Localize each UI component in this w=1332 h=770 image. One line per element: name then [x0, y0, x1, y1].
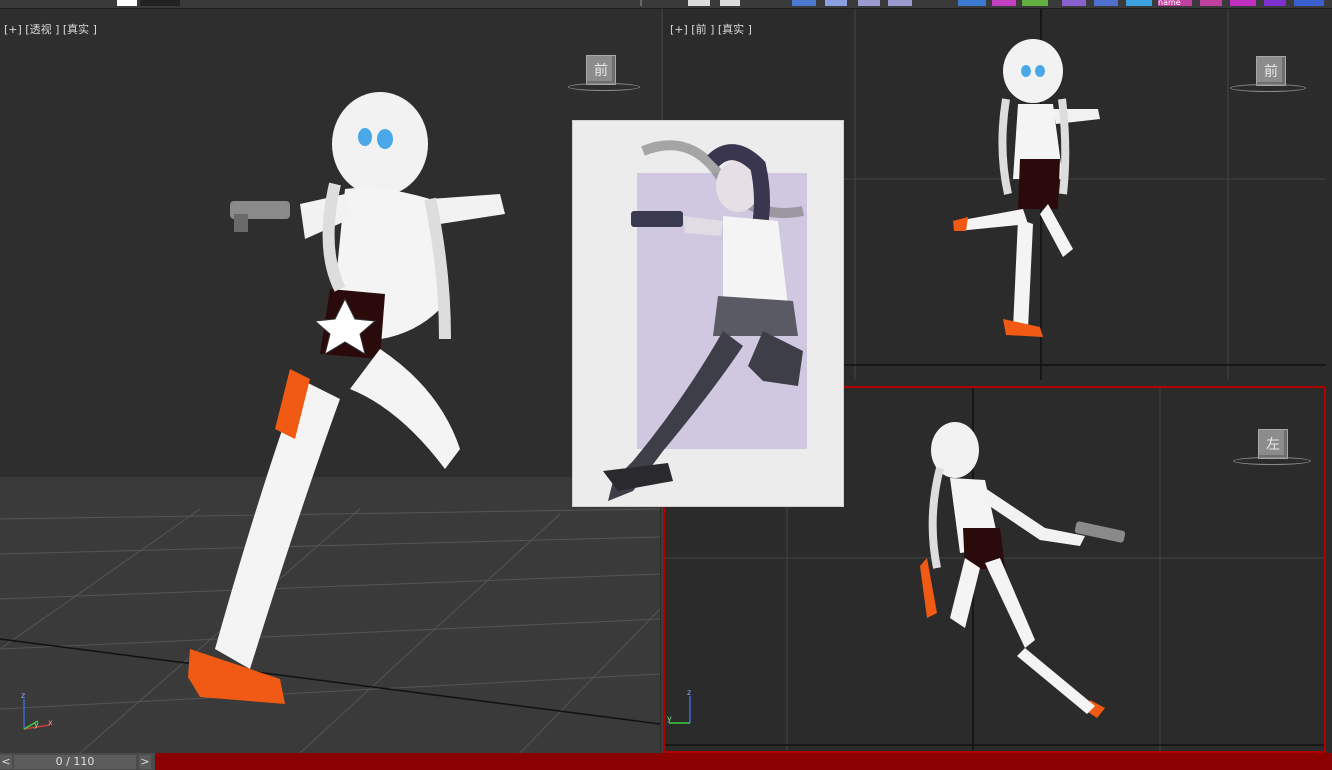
- toolbar-button[interactable]: [1022, 0, 1048, 6]
- axis-z-label: z: [687, 688, 691, 697]
- reference-image: [603, 140, 807, 501]
- toolbar-button[interactable]: [1200, 0, 1222, 6]
- toolbar-button[interactable]: [958, 0, 986, 6]
- navigation-cube-icon[interactable]: 前: [586, 55, 616, 85]
- toolbar-separator: [640, 0, 642, 6]
- navigation-cube-icon[interactable]: 左: [1258, 429, 1288, 459]
- axis-y-label: y: [34, 720, 39, 729]
- toolbar-button[interactable]: [1062, 0, 1086, 6]
- toolbar-button[interactable]: [1264, 0, 1286, 6]
- navigation-ring[interactable]: [1230, 84, 1306, 92]
- toolbar-button[interactable]: [1126, 0, 1152, 6]
- axis-y-label: y: [667, 714, 672, 723]
- perspective-viewport[interactable]: z y x [+] [透视 ] [真实 ] 前: [0, 9, 660, 753]
- toolbar-button[interactable]: [825, 0, 847, 6]
- toolbar-button[interactable]: [992, 0, 1016, 6]
- axis-x-label: x: [48, 718, 53, 727]
- character-model-left: [920, 422, 1126, 718]
- toolbar-button[interactable]: [858, 0, 880, 6]
- next-frame-icon[interactable]: >: [139, 755, 151, 769]
- main-toolbar: name: [0, 0, 1332, 9]
- toolbar-button[interactable]: [792, 0, 816, 6]
- name-button[interactable]: name: [1158, 0, 1192, 6]
- viewport-edge: [1326, 9, 1332, 753]
- reference-image-overlay[interactable]: [572, 120, 844, 507]
- navigation-cube-icon[interactable]: 前: [1256, 56, 1286, 86]
- navigation-ring[interactable]: [568, 83, 640, 91]
- character-model-front: [953, 39, 1100, 337]
- navigation-ring[interactable]: [1233, 457, 1311, 465]
- color-swatch[interactable]: [117, 0, 137, 6]
- perspective-scene: z y x: [0, 92, 660, 753]
- toolbar-button[interactable]: [1230, 0, 1256, 6]
- timeline-track[interactable]: [155, 753, 1332, 770]
- toolbar-button[interactable]: [688, 0, 710, 6]
- front-viewport-label[interactable]: [+] [前 ] [真实 ]: [670, 21, 752, 37]
- timeline-bar: < 0 / 110 >: [0, 753, 1332, 770]
- axis-z-label: z: [21, 691, 25, 700]
- toolbar-button[interactable]: [888, 0, 912, 6]
- axis-tripod-icon: [669, 696, 691, 724]
- toolbar-button[interactable]: [720, 0, 740, 6]
- toolbar-button[interactable]: [1294, 0, 1324, 6]
- toolbar-field[interactable]: [140, 0, 180, 6]
- perspective-viewport-label[interactable]: [+] [透视 ] [真实 ]: [4, 21, 97, 37]
- frame-counter[interactable]: 0 / 110: [14, 755, 136, 769]
- previous-frame-icon[interactable]: <: [0, 755, 12, 769]
- toolbar-button[interactable]: [1094, 0, 1118, 6]
